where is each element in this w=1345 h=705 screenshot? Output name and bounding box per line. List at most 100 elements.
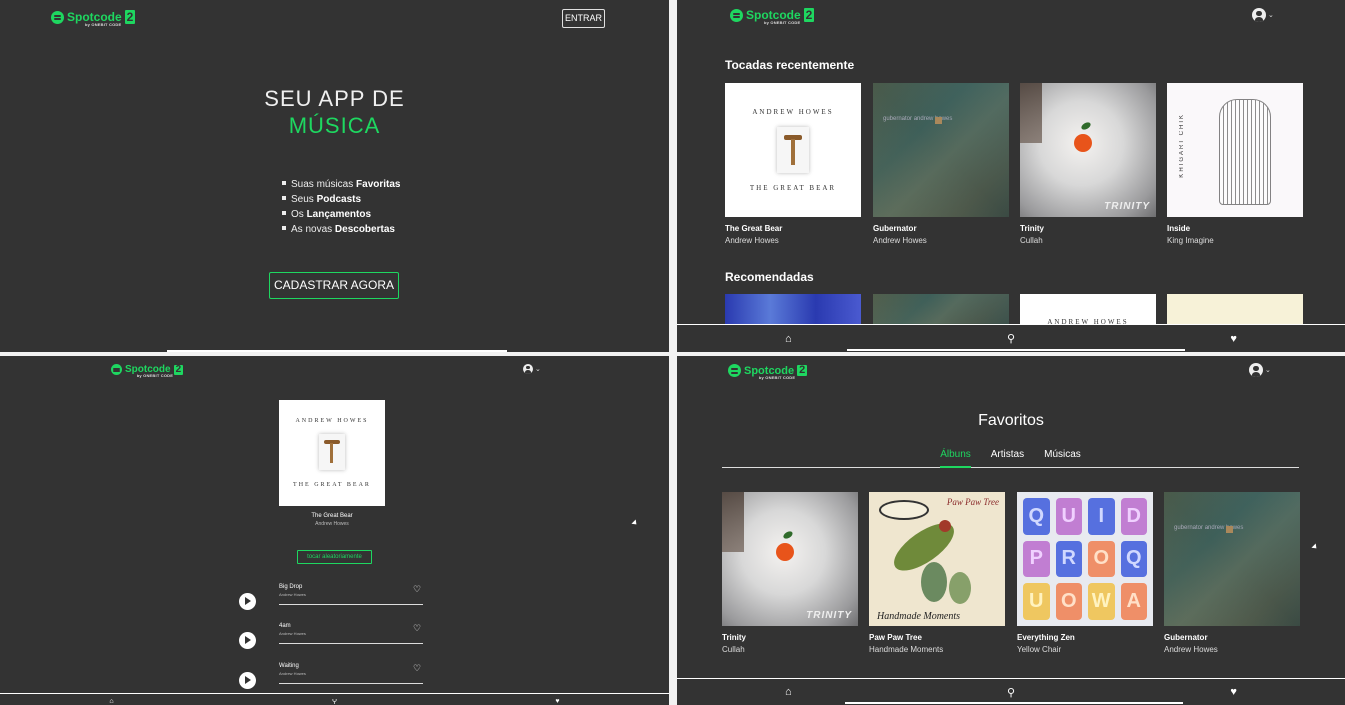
hero-line-1: SEU APP DE — [264, 86, 405, 111]
chevron-down-icon: ⌄ — [1268, 12, 1274, 19]
album-cover: Q U I D P R O Q U O W A — [1017, 492, 1153, 626]
feature-item: Suas músicas Favoritas — [282, 177, 401, 192]
album-cover: Paw Paw Tree Handmade Moments — [869, 492, 1005, 626]
bottom-nav: ⌂ ⚲ ♥ — [677, 678, 1345, 705]
album-title: Trinity — [722, 633, 747, 642]
logo-subtitle: by ONEBIT CODE — [136, 373, 174, 378]
search-icon[interactable]: ⚲ — [1001, 332, 1021, 345]
divider — [279, 683, 423, 684]
spotcode-logo[interactable]: Spotcode 2 by ONEBIT CODE — [730, 8, 815, 25]
album-cover: TRINITY — [722, 492, 858, 626]
album-cover[interactable] — [1167, 294, 1303, 324]
track-row[interactable]: 4am Andrew Howes ♡ — [239, 622, 423, 649]
album-card[interactable]: TRINITY Trinity Cullah — [1020, 83, 1156, 245]
album-card[interactable]: TRINITY Trinity Cullah — [722, 492, 858, 654]
tab-artists[interactable]: Artistas — [991, 446, 1024, 468]
track-artist: Andrew Howes — [279, 671, 306, 676]
album-card[interactable]: gubernator andrew howes Gubernator Andre… — [873, 83, 1009, 245]
signup-button[interactable]: CADASTRAR AGORA — [269, 272, 399, 299]
tab-songs[interactable]: Músicas — [1044, 446, 1081, 468]
shuffle-play-button[interactable]: tocar aleatoriamente — [297, 550, 372, 564]
spotcode-logo[interactable]: Spotcode 2 by ONEBIT CODE — [51, 10, 136, 27]
track-name: 4am — [279, 623, 291, 629]
album-artist: Andrew Howes — [315, 521, 349, 527]
feature-item: Os Lançamentos — [282, 207, 401, 222]
scrollbar[interactable] — [847, 349, 1185, 351]
album-artist: Andrew Howes — [725, 236, 779, 245]
heart-icon[interactable]: ♥ — [1224, 686, 1244, 698]
album-cover: TRINITY — [1020, 83, 1156, 217]
album-cover[interactable] — [725, 294, 861, 324]
album-title: The Great Bear — [311, 513, 353, 519]
album-title: Paw Paw Tree — [869, 633, 922, 642]
home-icon[interactable]: ⌂ — [778, 686, 798, 698]
tab-albums[interactable]: Álbuns — [940, 446, 971, 468]
album-artist: Andrew Howes — [873, 236, 927, 245]
heart-outline-icon[interactable]: ♡ — [413, 663, 421, 674]
logo-version: 2 — [803, 8, 815, 22]
album-title: Trinity — [1020, 224, 1045, 233]
heart-outline-icon[interactable]: ♡ — [413, 584, 421, 595]
logo-subtitle: by ONEBIT CODE — [85, 22, 122, 27]
album-card[interactable]: gubernator andrew howes Gubernator Andre… — [1164, 492, 1300, 654]
album-card[interactable]: ANDREW HOWES THE GREAT BEAR The Great Be… — [725, 83, 861, 245]
feature-item: As novas Descobertas — [282, 222, 401, 237]
chevron-down-icon: ⌄ — [1265, 367, 1271, 374]
mouse-cursor — [1311, 543, 1319, 551]
favorites-tabs: Álbuns Artistas Músicas — [722, 446, 1299, 468]
scrollbar[interactable] — [845, 702, 1183, 704]
user-menu[interactable]: ⌄ — [523, 364, 541, 374]
scrollbar[interactable] — [167, 350, 507, 352]
hammer-art — [319, 434, 345, 470]
divider — [279, 643, 423, 644]
album-title: Gubernator — [1164, 633, 1208, 642]
home-icon[interactable]: ⌂ — [778, 333, 798, 345]
user-icon — [1249, 363, 1263, 377]
spotcode-logo[interactable]: Spotcode 2 by ONEBIT CODE — [728, 364, 808, 380]
login-button[interactable]: ENTRAR — [562, 9, 605, 28]
album-artist: King Imagine — [1167, 236, 1214, 245]
search-icon[interactable]: ⚲ — [325, 699, 345, 705]
track-artist: Andrew Howes — [279, 631, 306, 636]
bottom-nav: ⌂ ⚲ ♥ — [677, 324, 1345, 352]
track-row[interactable]: Waiting Andrew Howes ♡ — [239, 662, 423, 689]
album-cover[interactable] — [873, 294, 1009, 324]
divider — [279, 604, 423, 605]
track-artist: Andrew Howes — [279, 592, 306, 597]
play-icon[interactable] — [239, 593, 256, 610]
spotcode-logo-icon — [51, 10, 64, 24]
mouse-cursor — [631, 519, 639, 527]
album-artist: Handmade Moments — [869, 645, 944, 654]
play-icon[interactable] — [239, 632, 256, 649]
logo-version: 2 — [173, 363, 184, 375]
logo-version: 2 — [797, 364, 808, 376]
user-menu[interactable]: ⌄ — [1249, 363, 1271, 377]
album-cover[interactable]: ANDREW HOWES — [1020, 294, 1156, 324]
heart-outline-icon[interactable]: ♡ — [413, 623, 421, 634]
track-row[interactable]: Big Drop Andrew Howes ♡ — [239, 583, 423, 610]
album-cover: gubernator andrew howes — [1164, 492, 1300, 626]
album-artist: Cullah — [1020, 236, 1043, 245]
album-card[interactable]: KHIGARI CHIK Inside King Imagine — [1167, 83, 1303, 245]
home-panel: Spotcode 2 by ONEBIT CODE ⌄ Tocadas rece… — [677, 0, 1345, 352]
bottom-nav: ⌂ ⚲ ♥ — [0, 693, 669, 705]
album-card[interactable]: Q U I D P R O Q U O W A Everything Zen Y… — [1017, 492, 1153, 654]
search-icon[interactable]: ⚲ — [1001, 686, 1021, 699]
page-title: Favoritos — [978, 412, 1044, 429]
user-menu[interactable]: ⌄ — [1252, 8, 1274, 22]
album-card[interactable]: Paw Paw Tree Handmade Moments Paw Paw Tr… — [869, 492, 1005, 654]
user-icon — [1252, 8, 1266, 22]
spotcode-logo[interactable]: Spotcode 2 by ONEBIT CODE — [111, 363, 184, 378]
album-title: Everything Zen — [1017, 633, 1075, 642]
heart-icon[interactable]: ♥ — [1224, 333, 1244, 345]
spotcode-logo-icon — [111, 364, 122, 375]
album-cover: ANDREW HOWES THE GREAT BEAR — [279, 400, 385, 506]
home-icon[interactable]: ⌂ — [102, 699, 122, 705]
play-icon[interactable] — [239, 672, 256, 689]
heart-icon[interactable]: ♥ — [548, 699, 568, 705]
album-cover: gubernator andrew howes — [873, 83, 1009, 217]
album-title: Gubernator — [873, 224, 917, 233]
album-title: The Great Bear — [725, 224, 783, 233]
chevron-down-icon: ⌄ — [535, 366, 541, 373]
album-cover: ANDREW HOWES THE GREAT BEAR — [725, 83, 861, 217]
